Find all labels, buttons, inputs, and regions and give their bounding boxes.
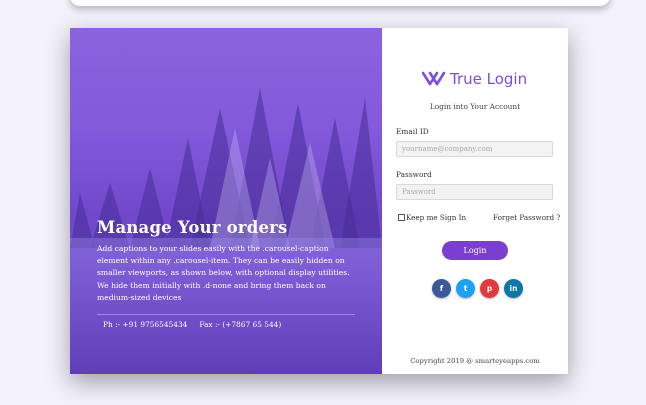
- forgot-password-link[interactable]: Forget Password ?: [493, 213, 560, 222]
- contact-divider: [97, 314, 355, 315]
- login-subtitle: Login into Your Account: [429, 102, 521, 111]
- email-input[interactable]: [396, 141, 553, 157]
- hero-panel: Manage Your orders Add captions to your …: [70, 28, 382, 374]
- hero-title: Manage Your orders: [97, 218, 288, 237]
- login-form-panel: True Login Login into Your Account Email…: [382, 28, 568, 374]
- password-input[interactable]: [396, 184, 553, 200]
- login-button[interactable]: Login: [442, 241, 508, 260]
- true-login-logo-icon: [422, 71, 446, 86]
- linkedin-icon[interactable]: in: [504, 279, 523, 298]
- pinterest-icon[interactable]: p: [480, 279, 499, 298]
- keep-signed-in-label: Keep me Sign In: [406, 213, 467, 222]
- social-links: f t p in: [432, 279, 523, 298]
- brand-logo: True Login: [422, 70, 527, 88]
- twitter-icon[interactable]: t: [456, 279, 475, 298]
- hero-description: Add captions to your slides easily with …: [97, 244, 350, 302]
- phone-number: Ph :- +91 9756545434: [103, 320, 188, 329]
- password-label: Password: [396, 170, 432, 179]
- brand-name: True Login: [450, 70, 528, 88]
- keep-signed-in[interactable]: Keep me Sign In: [398, 213, 466, 222]
- contact-info: Ph :- +91 9756545434 Fax :- (+7867 65 54…: [103, 320, 281, 329]
- email-label: Email ID: [396, 127, 429, 136]
- keep-signed-in-checkbox[interactable]: [398, 214, 405, 221]
- login-card: Manage Your orders Add captions to your …: [70, 28, 568, 374]
- facebook-icon[interactable]: f: [432, 279, 451, 298]
- fax-number: Fax :- (+7867 65 544): [199, 320, 282, 329]
- copyright-text: Copyright 2019 @ smarteyeapps.com: [410, 357, 540, 365]
- background-card-edge: [70, 0, 610, 6]
